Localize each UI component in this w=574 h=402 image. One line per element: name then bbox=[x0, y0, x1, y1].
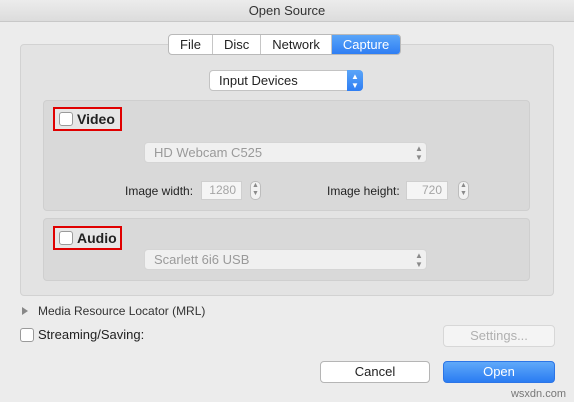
mrl-disclosure[interactable]: Media Resource Locator (MRL) bbox=[22, 304, 205, 318]
video-checkbox[interactable] bbox=[59, 112, 73, 126]
streaming-checkbox[interactable] bbox=[20, 327, 34, 342]
source-tabs: File Disc Network Capture bbox=[168, 34, 402, 55]
chevron-updown-icon: ▲ ▼ bbox=[415, 251, 423, 269]
audio-checkbox-highlight[interactable]: Audio bbox=[53, 226, 122, 250]
audio-group: Audio Scarlett 6i6 USB ▲ ▼ bbox=[43, 218, 530, 281]
image-width-stepper[interactable]: ▲ ▼ bbox=[250, 181, 261, 200]
disclosure-triangle-icon[interactable] bbox=[22, 307, 28, 315]
tab-capture[interactable]: Capture bbox=[331, 35, 401, 54]
settings-button[interactable]: Settings... bbox=[443, 325, 555, 347]
cancel-button[interactable]: Cancel bbox=[320, 361, 430, 383]
audio-device-value: Scarlett 6i6 USB bbox=[154, 252, 250, 267]
image-height-stepper[interactable]: ▲ ▼ bbox=[458, 181, 469, 200]
capture-type-select[interactable]: Input Devices ▲ ▼ bbox=[209, 70, 363, 91]
audio-label: Audio bbox=[77, 230, 117, 246]
image-width-field[interactable]: 1280 bbox=[201, 181, 242, 200]
audio-checkbox[interactable] bbox=[59, 231, 73, 245]
video-label: Video bbox=[77, 111, 115, 127]
streaming-label: Streaming/Saving: bbox=[38, 327, 145, 342]
chevron-updown-icon: ▲ ▼ bbox=[415, 144, 423, 162]
mrl-label: Media Resource Locator (MRL) bbox=[38, 304, 206, 318]
video-checkbox-highlight[interactable]: Video bbox=[53, 107, 122, 131]
watermark: wsxdn.com bbox=[510, 388, 566, 400]
tab-network[interactable]: Network bbox=[261, 35, 332, 54]
streaming-option[interactable]: Streaming/Saving: bbox=[20, 327, 144, 342]
open-button[interactable]: Open bbox=[443, 361, 555, 383]
window-title: Open Source bbox=[248, 3, 326, 18]
video-device-select[interactable]: HD Webcam C525 ▲ ▼ bbox=[144, 142, 427, 163]
audio-device-select[interactable]: Scarlett 6i6 USB ▲ ▼ bbox=[144, 249, 427, 270]
capture-type-value: Input Devices bbox=[219, 73, 298, 88]
tab-disc[interactable]: Disc bbox=[213, 35, 262, 54]
video-group: Video HD Webcam C525 ▲ ▼ Image width: 128… bbox=[43, 100, 530, 211]
image-width-label: Image width: bbox=[125, 184, 194, 198]
image-height-label: Image height: bbox=[327, 184, 400, 198]
image-height-field[interactable]: 720 bbox=[406, 181, 448, 200]
chevron-updown-icon: ▲ ▼ bbox=[347, 70, 363, 91]
video-device-value: HD Webcam C525 bbox=[154, 145, 263, 160]
window-titlebar: Open Source bbox=[0, 0, 574, 22]
tab-file[interactable]: File bbox=[169, 35, 213, 54]
